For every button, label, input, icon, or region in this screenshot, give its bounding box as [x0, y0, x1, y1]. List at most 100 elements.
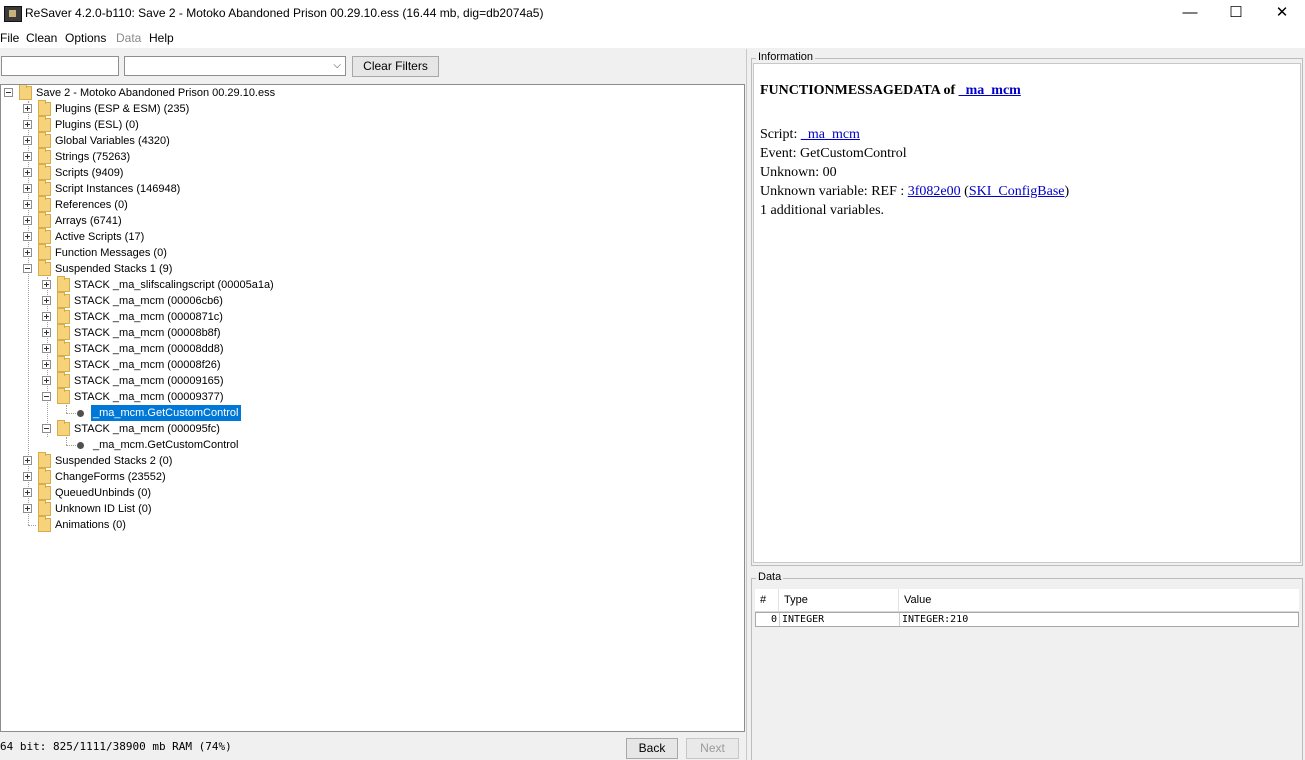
expand-toggle[interactable]: [23, 472, 32, 481]
expand-toggle[interactable]: [23, 248, 32, 257]
tree-node-label[interactable]: Scripts (9409): [53, 165, 125, 181]
expand-toggle[interactable]: [23, 456, 32, 465]
tree-node[interactable]: ChangeForms (23552): [1, 468, 741, 485]
config-base-link[interactable]: SKI_ConfigBase: [969, 184, 1065, 199]
tree-node-label[interactable]: Plugins (ESL) (0): [53, 117, 141, 133]
tree-stack-label[interactable]: STACK _ma_mcm (00008dd8): [72, 341, 226, 357]
tree-node-label[interactable]: ChangeForms (23552): [53, 469, 168, 485]
expand-toggle[interactable]: [23, 488, 32, 497]
menu-help[interactable]: Help: [149, 31, 174, 45]
expand-toggle[interactable]: [42, 328, 51, 337]
expand-toggle[interactable]: [42, 280, 51, 289]
tree-node-label[interactable]: Suspended Stacks 1 (9): [53, 261, 174, 277]
tree-node-label[interactable]: Animations (0): [53, 517, 128, 533]
minimize-button[interactable]: —: [1167, 0, 1213, 28]
script-link[interactable]: _ma_mcm: [801, 127, 860, 142]
tree-leaf-selected[interactable]: _ma_mcm.GetCustomControl: [1, 405, 741, 421]
tree-leaf-label[interactable]: _ma_mcm.GetCustomControl: [91, 437, 241, 453]
tree-node[interactable]: References (0): [1, 196, 741, 213]
ref-link[interactable]: 3f082e00: [908, 184, 961, 199]
tree-node-label[interactable]: Global Variables (4320): [53, 133, 172, 149]
tree-node-label[interactable]: Arrays (6741): [53, 213, 124, 229]
expand-toggle[interactable]: [23, 216, 32, 225]
tree-node[interactable]: Arrays (6741): [1, 212, 741, 229]
expand-toggle[interactable]: [23, 152, 32, 161]
cell-value[interactable]: INTEGER:210: [900, 613, 1298, 626]
column-header-type[interactable]: Type: [779, 589, 899, 611]
column-header-num[interactable]: #: [755, 589, 779, 611]
tree-stack-label[interactable]: STACK _ma_mcm (0000871c): [72, 309, 225, 325]
close-button[interactable]: ✕: [1259, 0, 1305, 28]
save-tree[interactable]: Save 2 - Motoko Abandoned Prison 00.29.1…: [0, 84, 745, 732]
clear-filters-button[interactable]: Clear Filters: [352, 56, 439, 77]
tree-stack-label[interactable]: STACK _ma_slifscalingscript (00005a1a): [72, 277, 276, 293]
tree-node[interactable]: Unknown ID List (0): [1, 500, 741, 517]
expand-toggle[interactable]: [23, 232, 32, 241]
tree-node[interactable]: Scripts (9409): [1, 164, 741, 181]
tree-node[interactable]: Global Variables (4320): [1, 132, 741, 149]
tree-node-label[interactable]: Plugins (ESP & ESM) (235): [53, 101, 191, 117]
tree-stack-label[interactable]: STACK _ma_mcm (000095fc): [72, 421, 222, 437]
tree-stack-label[interactable]: STACK _ma_mcm (00008b8f): [72, 325, 223, 341]
menu-clean[interactable]: Clean: [26, 31, 57, 45]
tree-node[interactable]: Animations (0): [1, 516, 741, 533]
collapse-toggle[interactable]: [4, 88, 13, 97]
tree-node-label[interactable]: QueuedUnbinds (0): [53, 485, 153, 501]
heading-script-link[interactable]: _ma_mcm: [959, 83, 1021, 98]
collapse-toggle[interactable]: [42, 424, 51, 433]
tree-root-label[interactable]: Save 2 - Motoko Abandoned Prison 00.29.1…: [34, 85, 277, 101]
tree-node-label[interactable]: Function Messages (0): [53, 245, 169, 261]
filter-combo[interactable]: ⌵: [124, 56, 346, 76]
tree-stack-node[interactable]: STACK _ma_mcm (00008f26): [1, 356, 741, 373]
tree-node[interactable]: Script Instances (146948): [1, 180, 741, 197]
tree-stack-node[interactable]: STACK _ma_slifscalingscript (00005a1a): [1, 276, 741, 293]
tree-node[interactable]: Function Messages (0): [1, 244, 741, 261]
back-button[interactable]: Back: [626, 738, 678, 759]
menu-options[interactable]: Options: [65, 31, 106, 45]
column-header-value[interactable]: Value: [899, 589, 1299, 611]
menu-data[interactable]: Data: [116, 31, 141, 45]
maximize-button[interactable]: ☐: [1213, 0, 1259, 28]
tree-node-label[interactable]: Unknown ID List (0): [53, 501, 154, 517]
tree-leaf-label[interactable]: _ma_mcm.GetCustomControl: [91, 405, 241, 421]
expand-toggle[interactable]: [23, 168, 32, 177]
tree-node[interactable]: Plugins (ESL) (0): [1, 116, 741, 133]
expand-toggle[interactable]: [42, 376, 51, 385]
menu-file[interactable]: File: [0, 31, 19, 45]
tree-stack-node[interactable]: STACK _ma_mcm (00006cb6): [1, 292, 741, 309]
tree-stack-label[interactable]: STACK _ma_mcm (00008f26): [72, 357, 223, 373]
collapse-toggle[interactable]: [23, 264, 32, 273]
tree-stack-node[interactable]: STACK _ma_mcm (00009377): [1, 388, 741, 405]
next-button[interactable]: Next: [686, 738, 739, 759]
tree-stack-node[interactable]: STACK _ma_mcm (00008b8f): [1, 324, 741, 341]
collapse-toggle[interactable]: [42, 392, 51, 401]
expand-toggle[interactable]: [23, 504, 32, 513]
tree-leaf[interactable]: _ma_mcm.GetCustomControl: [1, 437, 741, 453]
tree-row-root[interactable]: Save 2 - Motoko Abandoned Prison 00.29.1…: [1, 85, 741, 101]
filter-text-input[interactable]: [1, 56, 119, 76]
expand-toggle[interactable]: [23, 136, 32, 145]
cell-type[interactable]: INTEGER: [780, 613, 900, 626]
tree-stack-node[interactable]: STACK _ma_mcm (000095fc): [1, 420, 741, 437]
tree-node[interactable]: Active Scripts (17): [1, 228, 741, 245]
expand-toggle[interactable]: [23, 200, 32, 209]
expand-toggle[interactable]: [42, 296, 51, 305]
tree-node[interactable]: Strings (75263): [1, 148, 741, 165]
expand-toggle[interactable]: [42, 312, 51, 321]
tree-stack-node[interactable]: STACK _ma_mcm (0000871c): [1, 308, 741, 325]
tree-node-label[interactable]: References (0): [53, 197, 130, 213]
cell-num[interactable]: 0: [756, 613, 780, 626]
expand-toggle[interactable]: [23, 184, 32, 193]
tree-node[interactable]: Suspended Stacks 1 (9): [1, 260, 741, 277]
expand-toggle[interactable]: [23, 104, 32, 113]
tree-stack-label[interactable]: STACK _ma_mcm (00006cb6): [72, 293, 225, 309]
tree-node[interactable]: QueuedUnbinds (0): [1, 484, 741, 501]
tree-node[interactable]: Plugins (ESP & ESM) (235): [1, 100, 741, 117]
expand-toggle[interactable]: [42, 360, 51, 369]
expand-toggle[interactable]: [42, 344, 51, 353]
tree-node-label[interactable]: Suspended Stacks 2 (0): [53, 453, 174, 469]
chevron-down-icon[interactable]: ⌵: [333, 60, 341, 71]
tree-node[interactable]: Suspended Stacks 2 (0): [1, 452, 741, 469]
tree-stack-label[interactable]: STACK _ma_mcm (00009377): [72, 389, 226, 405]
tree-node-label[interactable]: Strings (75263): [53, 149, 132, 165]
